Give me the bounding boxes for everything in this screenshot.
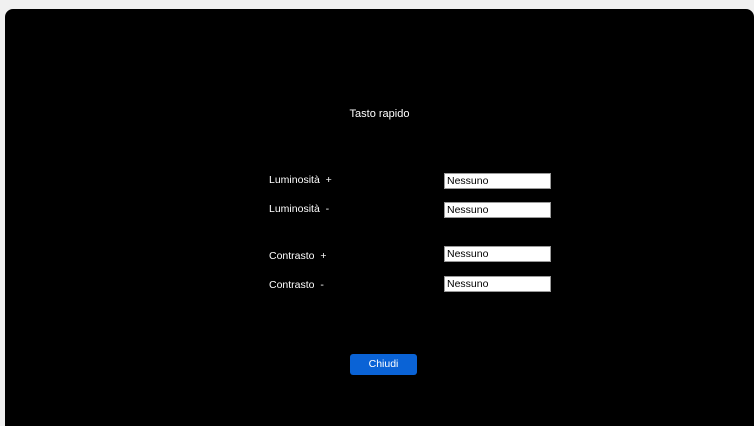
brightness-down-label: Luminosità -: [269, 203, 330, 215]
contrast-up-hotkey-field[interactable]: Nessuno: [444, 246, 551, 262]
contrast-up-label: Contrasto +: [269, 250, 327, 262]
contrast-down-label: Contrasto -: [269, 279, 324, 291]
dialog-title: Tasto rapido: [349, 108, 410, 120]
brightness-up-label: Luminosità +: [269, 174, 332, 186]
contrast-down-hotkey-field[interactable]: Nessuno: [444, 276, 551, 292]
close-button[interactable]: Chiudi: [350, 354, 417, 375]
brightness-down-hotkey-field[interactable]: Nessuno: [444, 202, 551, 218]
brightness-up-hotkey-field[interactable]: Nessuno: [444, 173, 551, 189]
hotkey-dialog: Tasto rapido Luminosità + Nessuno Lumino…: [5, 9, 754, 426]
